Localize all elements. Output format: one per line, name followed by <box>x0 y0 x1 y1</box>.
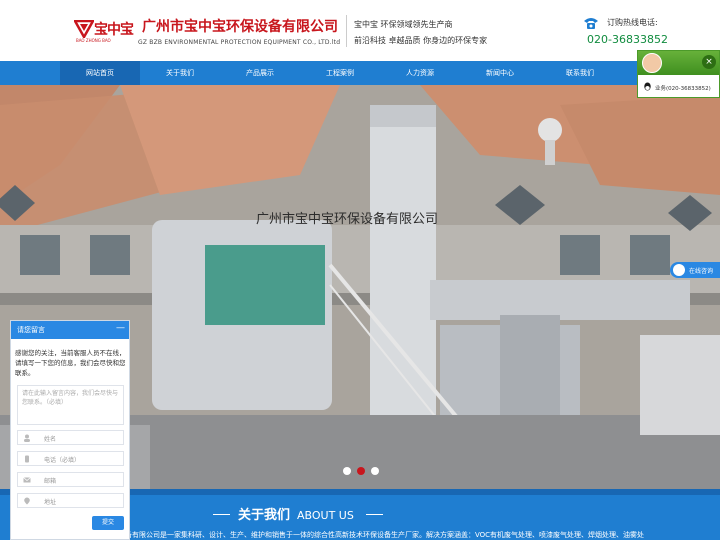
logo-mark-icon <box>74 20 94 38</box>
message-widget: 请您留言 — 感谢您的关注，当前客服人员不在线，请填写一下您的信息，我们会尽快和… <box>10 320 130 540</box>
logo-text: 宝中宝 <box>94 22 134 38</box>
location-icon <box>24 497 30 505</box>
nav-item-contact[interactable]: 联系我们 <box>540 61 620 85</box>
nav-item-products[interactable]: 产品展示 <box>220 61 300 85</box>
name-placeholder: 姓名 <box>44 436 57 443</box>
hotline-number[interactable]: 020-36833852 <box>587 33 668 46</box>
submit-button[interactable]: 提交 <box>92 516 124 530</box>
mail-icon <box>23 477 31 483</box>
name-field[interactable]: 姓名 <box>17 430 124 445</box>
phone-icon <box>25 455 29 463</box>
minimize-icon[interactable]: — <box>116 323 125 333</box>
banner-caption: 广州市宝中宝环保设备有限公司 <box>256 212 439 227</box>
address-placeholder: 地址 <box>44 499 57 506</box>
message-textarea[interactable]: 请在此输入留言内容，我们会尽快与您联系。（必填） <box>17 385 124 425</box>
slogan-line-2: 前沿科技 卓越品质 你身边的环保专家 <box>354 36 488 45</box>
about-title-rule-right <box>366 514 383 515</box>
message-widget-notice: 感谢您的关注，当前客服人员不在线，请填写一下您的信息，我们会尽快和您联系。 <box>15 349 126 377</box>
address-field[interactable]: 地址 <box>17 493 124 508</box>
logo[interactable]: 宝中宝 BAO ZHONG BAO <box>74 18 136 48</box>
message-widget-header: 请您留言 — <box>11 321 129 339</box>
person-icon <box>24 434 30 442</box>
email-field[interactable]: 邮箱 <box>17 472 124 487</box>
about-intro: 广州市宝中宝环保设备有限公司是一家集科研、设计、生产、维护和销售于一体的综合性高… <box>62 531 645 539</box>
float-service-panel: × 业务(020-36833852) <box>637 50 720 98</box>
nav-item-home[interactable]: 网站首页 <box>60 61 140 85</box>
online-consult-label: 在线咨询 <box>689 268 714 275</box>
hotline-label: 订购热线电话: <box>607 18 658 27</box>
float-service-link[interactable]: 业务(020-36833852) <box>655 84 711 92</box>
nav-item-hr[interactable]: 人力资源 <box>380 61 460 85</box>
nav-item-about[interactable]: 关于我们 <box>140 61 220 85</box>
slider-dot-1[interactable] <box>343 467 351 475</box>
slider-dot-3[interactable] <box>371 467 379 475</box>
qq-icon <box>644 82 651 91</box>
company-name-en: GZ BZB ENVIRONMENTAL PROTECTION EQUIPMEN… <box>138 39 341 46</box>
phone-placeholder: 电话（必填） <box>44 457 81 464</box>
nav-item-cases[interactable]: 工程案例 <box>300 61 380 85</box>
slogan-line-1: 宝中宝 环保领域领先生产商 <box>354 20 453 29</box>
close-icon[interactable]: × <box>702 55 716 69</box>
slider-dot-2[interactable] <box>357 467 365 475</box>
header-divider <box>346 15 347 47</box>
about-title: 关于我们 <box>238 508 291 523</box>
phone-icon <box>584 18 598 29</box>
about-title-rule-left <box>213 514 230 515</box>
avatar <box>642 53 662 73</box>
about-title-en: ABOUT US <box>297 509 354 522</box>
company-name: 广州市宝中宝环保设备有限公司 <box>142 19 338 35</box>
message-widget-title: 请您留言 <box>17 326 45 334</box>
online-consult-button[interactable]: 在线咨询 <box>670 262 720 278</box>
agent-icon <box>673 264 685 276</box>
nav-item-news[interactable]: 新闻中心 <box>460 61 540 85</box>
site-header: 宝中宝 BAO ZHONG BAO 广州市宝中宝环保设备有限公司 GZ BZB … <box>0 0 720 61</box>
logo-subtext: BAO ZHONG BAO <box>76 38 111 43</box>
main-nav: 网站首页 关于我们 产品展示 工程案例 人力资源 新闻中心 联系我们 <box>0 61 720 85</box>
phone-field[interactable]: 电话（必填） <box>17 451 124 466</box>
email-placeholder: 邮箱 <box>44 478 57 485</box>
